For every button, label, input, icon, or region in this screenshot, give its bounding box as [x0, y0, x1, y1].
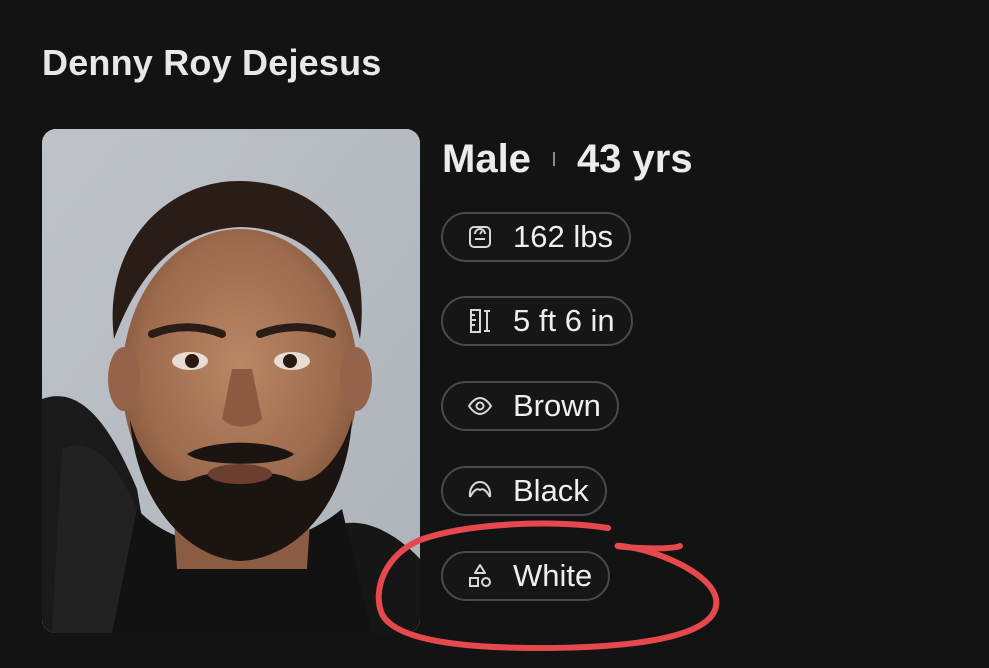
mugshot-photo [42, 129, 420, 633]
scale-icon [465, 222, 495, 252]
sex-age-summary: Male 43 yrs [442, 135, 693, 183]
sex-value: Male [442, 136, 531, 181]
height-chip: 5 ft 6 in [441, 296, 633, 346]
hair-icon [465, 476, 495, 506]
shapes-icon [465, 561, 495, 591]
race-value: White [513, 558, 593, 593]
weight-chip: 162 lbs [441, 212, 631, 262]
person-name: Denny Roy Dejesus [42, 42, 382, 83]
age-value: 43 yrs [576, 136, 693, 181]
summary-divider [552, 152, 555, 166]
eye-color-chip: Brown [441, 381, 619, 431]
eye-color-value: Brown [513, 388, 601, 423]
mugshot-image [42, 129, 420, 633]
profile-card: Denny Roy Dejesus Male 43 yrs 162 lbs 5 … [0, 0, 989, 668]
weight-value: 162 lbs [513, 219, 613, 254]
height-value: 5 ft 6 in [513, 303, 615, 338]
hair-color-value: Black [513, 473, 589, 508]
race-chip: White [441, 551, 611, 601]
hair-color-chip: Black [441, 466, 607, 516]
height-ruler-icon [465, 306, 495, 336]
eye-icon [465, 391, 495, 421]
